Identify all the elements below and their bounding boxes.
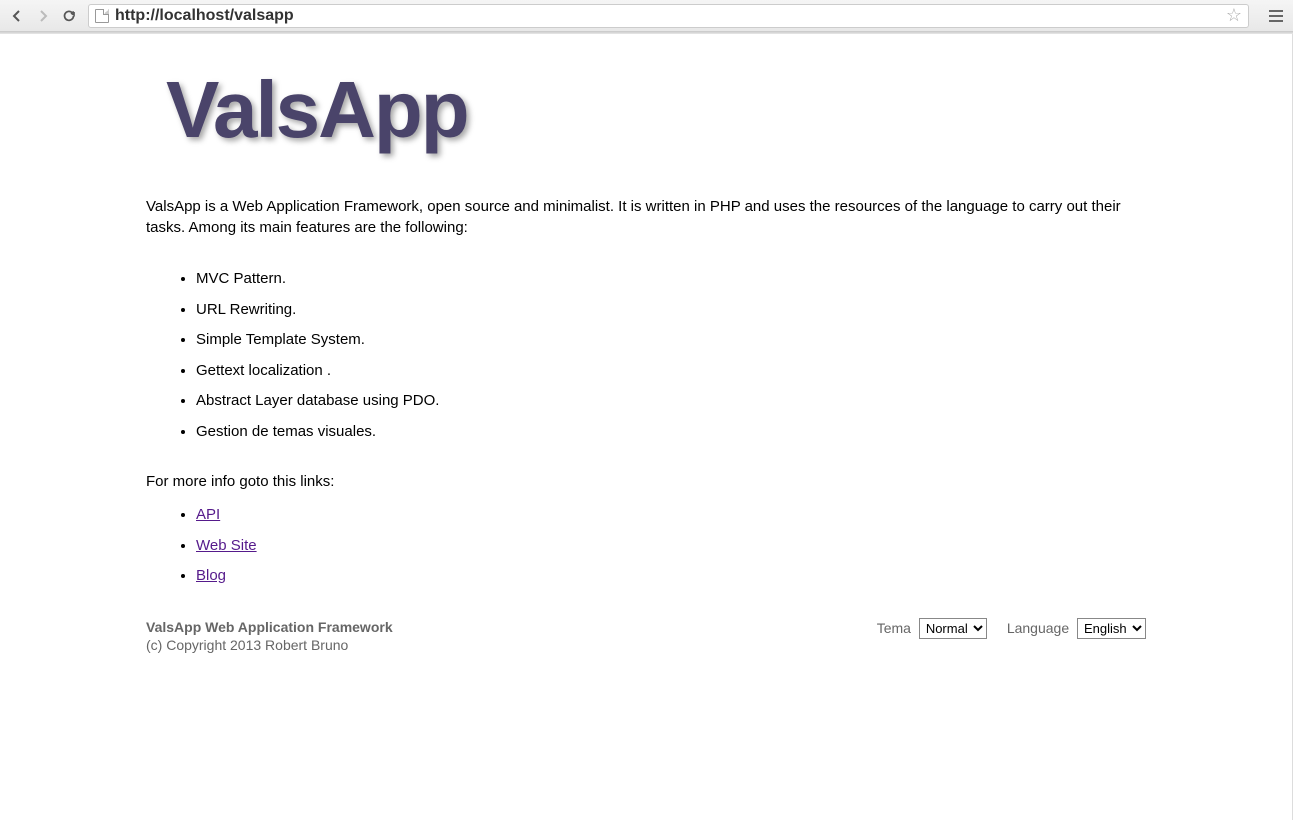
theme-control: Tema Normal bbox=[877, 618, 987, 639]
page-content: ValsApp ValsApp is a Web Application Fra… bbox=[146, 34, 1146, 674]
footer: ValsApp Web Application Framework (c) Co… bbox=[146, 618, 1146, 654]
language-select[interactable]: English bbox=[1077, 618, 1146, 639]
features-list: MVC Pattern. URL Rewriting. Simple Templ… bbox=[196, 268, 1146, 443]
back-button[interactable] bbox=[6, 5, 28, 27]
blog-link[interactable]: Blog bbox=[196, 567, 226, 584]
website-link[interactable]: Web Site bbox=[196, 537, 257, 554]
footer-controls: Tema Normal Language English bbox=[877, 618, 1146, 639]
list-item: Blog bbox=[196, 565, 1146, 588]
language-label: Language bbox=[1007, 620, 1069, 636]
footer-info: ValsApp Web Application Framework (c) Co… bbox=[146, 618, 393, 654]
list-item: Simple Template System. bbox=[196, 329, 1146, 352]
footer-copyright: (c) Copyright 2013 Robert Bruno bbox=[146, 636, 393, 654]
list-item: Abstract Layer database using PDO. bbox=[196, 390, 1146, 413]
reload-button[interactable] bbox=[58, 5, 80, 27]
forward-button[interactable] bbox=[32, 5, 54, 27]
list-item: MVC Pattern. bbox=[196, 268, 1146, 291]
theme-label: Tema bbox=[877, 620, 911, 636]
list-item: Web Site bbox=[196, 535, 1146, 558]
intro-paragraph: ValsApp is a Web Application Framework, … bbox=[146, 196, 1146, 238]
page-title: ValsApp bbox=[166, 64, 1146, 156]
language-control: Language English bbox=[1007, 618, 1146, 639]
theme-select[interactable]: Normal bbox=[919, 618, 987, 639]
list-item: URL Rewriting. bbox=[196, 299, 1146, 322]
bookmark-star-icon[interactable]: ☆ bbox=[1226, 5, 1242, 26]
footer-title: ValsApp Web Application Framework bbox=[146, 618, 393, 636]
browser-toolbar: http://localhost/valsapp ☆ bbox=[0, 0, 1293, 32]
hamburger-menu-icon[interactable] bbox=[1265, 5, 1287, 27]
url-bar[interactable]: http://localhost/valsapp ☆ bbox=[88, 4, 1249, 28]
more-info-text: For more info goto this links: bbox=[146, 473, 1146, 490]
links-list: API Web Site Blog bbox=[196, 504, 1146, 588]
list-item: Gestion de temas visuales. bbox=[196, 421, 1146, 444]
list-item: API bbox=[196, 504, 1146, 527]
list-item: Gettext localization . bbox=[196, 360, 1146, 383]
api-link[interactable]: API bbox=[196, 506, 220, 523]
page-viewport: ValsApp ValsApp is a Web Application Fra… bbox=[0, 34, 1293, 820]
url-text: http://localhost/valsapp bbox=[115, 7, 1220, 25]
page-icon bbox=[95, 9, 109, 23]
